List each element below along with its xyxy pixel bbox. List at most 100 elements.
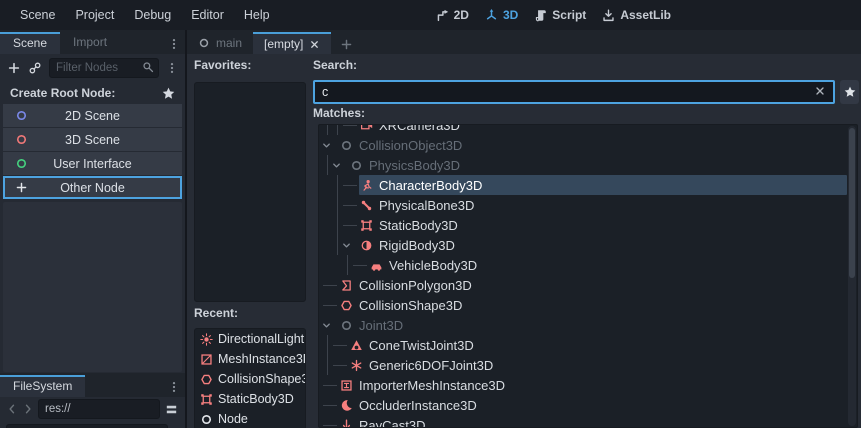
recent-item-label: StaticBody3D <box>218 392 294 406</box>
tree-item-content[interactable]: RigidBody3D <box>359 235 847 255</box>
tree-item-label: RayCast3D <box>359 418 425 428</box>
node-search-field <box>313 80 835 104</box>
workspace-button-3d[interactable]: 3D <box>485 8 518 22</box>
tree-item-content[interactable]: CharacterBody3D <box>359 175 847 195</box>
scene-tab-main[interactable]: main <box>187 32 253 54</box>
create-root-header: Create Root Node: <box>0 82 185 104</box>
hexagon-icon <box>340 299 353 312</box>
tree-item-content[interactable]: PhysicalBone3D <box>359 195 847 215</box>
filesystem-tabstrip: FileSystem <box>0 373 185 397</box>
favorites-star-icon[interactable] <box>162 87 175 100</box>
new-tab-icon[interactable] <box>331 38 362 51</box>
tree-scrollbar[interactable] <box>848 126 856 426</box>
tree-tick-line <box>323 385 337 386</box>
scene-toolbar-menu-icon[interactable] <box>166 62 178 74</box>
mesh-icon <box>200 353 213 366</box>
tree-item-content[interactable]: ConeTwistJoint3D <box>349 335 847 355</box>
tree-row-staticbody3d[interactable]: StaticBody3D <box>319 215 847 235</box>
recent-item-meshinstance3d[interactable]: MeshInstance3D <box>195 349 305 369</box>
tree-row-collisionpolygon3d[interactable]: CollisionPolygon3D <box>319 275 847 295</box>
tree-item-content[interactable]: OccluderInstance3D <box>339 395 847 415</box>
tree-item-label: OccluderInstance3D <box>359 398 477 413</box>
tree-item-content[interactable]: CollisionShape3D <box>339 295 847 315</box>
tree-tick-line <box>323 425 337 426</box>
tree-row-raycast3d[interactable]: RayCast3D <box>319 415 847 428</box>
tree-item-content[interactable]: StaticBody3D <box>359 215 847 235</box>
root-option-3d-scene[interactable]: 3D Scene <box>3 128 182 151</box>
toggle-favorite-button[interactable] <box>840 80 859 104</box>
close-tab-icon[interactable] <box>309 39 320 50</box>
clear-search-icon[interactable] <box>814 85 826 97</box>
menu-item-help[interactable]: Help <box>234 0 280 30</box>
tree-row-joint3d[interactable]: Joint3D <box>319 315 847 335</box>
filesystem-filter-partial[interactable] <box>6 424 168 428</box>
tree-row-collisionshape3d[interactable]: CollisionShape3D <box>319 295 847 315</box>
tree-row-characterbody3d[interactable]: CharacterBody3D <box>319 175 847 195</box>
tree-indent <box>319 335 331 355</box>
filesystem-path-input[interactable] <box>39 400 159 418</box>
tree-item-content[interactable]: VehicleBody3D <box>369 255 847 275</box>
menu-item-scene[interactable]: Scene <box>10 0 65 30</box>
node-search-input[interactable] <box>315 82 833 102</box>
tree-item-content[interactable]: RayCast3D <box>339 415 847 428</box>
menu-item-project[interactable]: Project <box>65 0 124 30</box>
collapse-chevron[interactable] <box>331 155 349 175</box>
tree-item-content[interactable]: ImporterMeshInstance3D <box>339 375 847 395</box>
tree-row-generic6dofjoint3d[interactable]: Generic6DOFJoint3D <box>319 355 847 375</box>
scene-dock-tabstrip: SceneImport <box>0 30 185 54</box>
tree-tick-line <box>343 225 357 226</box>
collapse-chevron[interactable] <box>321 315 339 335</box>
split-mode-icon[interactable] <box>164 402 179 417</box>
recent-item-collisionshape3d[interactable]: CollisionShape3D <box>195 369 305 389</box>
tree-item-content[interactable]: Joint3D <box>339 315 847 335</box>
tree-row-physicsbody3d[interactable]: PhysicsBody3D <box>319 155 847 175</box>
tree-item-content[interactable]: XRCamera3D <box>359 124 847 135</box>
scene-dock-tab-import[interactable]: Import <box>60 32 120 54</box>
filesystem-toolbar <box>0 397 185 421</box>
recent-item-directionallight[interactable]: DirectionalLight... <box>195 329 305 349</box>
add-node-button[interactable] <box>7 61 21 75</box>
create-root-options: 2D Scene3D SceneUser InterfaceOther Node <box>3 104 182 200</box>
tree-row-rigidbody3d[interactable]: RigidBody3D <box>319 235 847 255</box>
tree-connector <box>341 195 359 215</box>
tree-scrollbar-thumb[interactable] <box>849 128 855 278</box>
root-option-other-node[interactable]: Other Node <box>3 176 182 199</box>
menu-item-debug[interactable]: Debug <box>124 0 181 30</box>
history-back-icon[interactable] <box>6 403 18 415</box>
tree-item-content[interactable]: CollisionObject3D <box>339 135 847 155</box>
collapse-chevron[interactable] <box>341 235 359 255</box>
recent-item-label: CollisionShape3D <box>218 372 305 386</box>
download-icon <box>602 9 615 22</box>
workspace-button-script[interactable]: Script <box>534 8 586 22</box>
tree-row-occluderinstance3d[interactable]: OccluderInstance3D <box>319 395 847 415</box>
tree-item-content[interactable]: Generic6DOFJoint3D <box>349 355 847 375</box>
dock-menu-icon[interactable] <box>168 381 180 393</box>
scene-dock-tab-scene[interactable]: Scene <box>0 32 60 54</box>
collapse-chevron[interactable] <box>321 135 339 155</box>
tree-item-content[interactable]: PhysicsBody3D <box>349 155 847 175</box>
favorites-list[interactable] <box>194 82 306 302</box>
scene-tab-empty[interactable]: [empty] <box>253 32 331 54</box>
tree-row-conetwistjoint3d[interactable]: ConeTwistJoint3D <box>319 335 847 355</box>
workspace-button-2d[interactable]: 2D <box>436 8 469 22</box>
tree-row-physicalbone3d[interactable]: PhysicalBone3D <box>319 195 847 215</box>
workspace-button-assetlib[interactable]: AssetLib <box>602 8 671 22</box>
filesystem-tab[interactable]: FileSystem <box>0 375 85 397</box>
tree-row-importermeshinstance3d[interactable]: ImporterMeshInstance3D <box>319 375 847 395</box>
root-option-user-interface[interactable]: User Interface <box>3 152 182 175</box>
tree-row-vehiclebody3d[interactable]: VehicleBody3D <box>319 255 847 275</box>
left-dock: SceneImport Create Root Node: 2D Scene3D… <box>0 30 185 428</box>
recent-item-staticbody3d[interactable]: StaticBody3D <box>195 389 305 409</box>
scene-tab-bar: main[empty] <box>187 30 861 54</box>
root-option-2d-scene[interactable]: 2D Scene <box>3 104 182 127</box>
tree-row-collisionobject3d[interactable]: CollisionObject3D <box>319 135 847 155</box>
tree-connector <box>341 215 359 235</box>
instance-scene-button[interactable] <box>28 61 42 75</box>
tree-row-xrcamera3d[interactable]: XRCamera3D <box>319 124 847 135</box>
menu-item-editor[interactable]: Editor <box>181 0 234 30</box>
recent-item-node[interactable]: Node <box>195 409 305 428</box>
dock-menu-icon[interactable] <box>168 38 180 50</box>
history-forward-icon[interactable] <box>22 403 34 415</box>
tree-item-content[interactable]: CollisionPolygon3D <box>339 275 847 295</box>
node-icon <box>340 319 353 332</box>
